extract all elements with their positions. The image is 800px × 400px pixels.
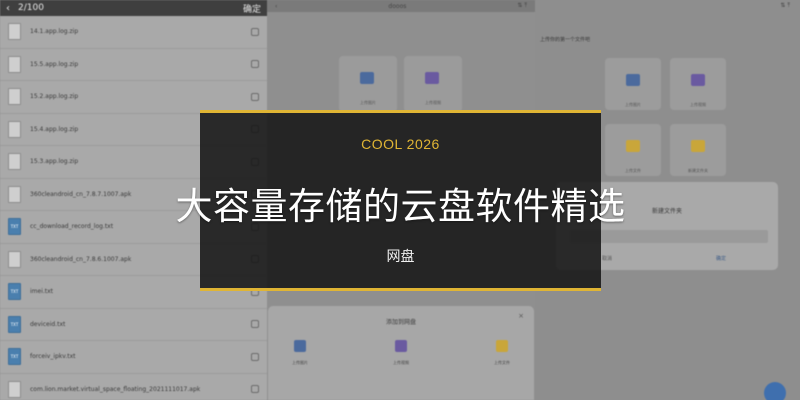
folder-icon (691, 140, 705, 152)
file-row[interactable]: 14.1.app.log.zip (0, 16, 267, 49)
chevron-left-icon[interactable]: ‹ (6, 3, 10, 14)
document-icon (8, 23, 21, 41)
cancel-button[interactable]: 取消 (602, 255, 612, 262)
document-icon (8, 55, 21, 73)
file-name: deviceid.txt (30, 320, 66, 328)
upload-file-tile[interactable]: 上传文件 (605, 124, 661, 176)
banner-top-rule (200, 110, 601, 113)
file-name: com.lion.market.virtual_space_floating_2… (30, 385, 201, 393)
empty-state-title: 上传你的第一个文件吧 (540, 37, 591, 43)
video-icon (395, 340, 407, 352)
file-row[interactable]: forceiv_ipkv.txt (0, 341, 267, 374)
confirm-button[interactable]: 确定 (243, 2, 261, 15)
tile-label: 上传图片 (360, 100, 376, 105)
file-row[interactable]: deviceid.txt (0, 309, 267, 341)
file-checkbox[interactable] (251, 385, 259, 394)
folder-header: ‹ dooos ⇅ ⤒ (267, 0, 535, 12)
upload-image-tile[interactable]: 上传图片 (605, 58, 661, 110)
txt-file-icon (8, 348, 21, 366)
document-icon (8, 153, 21, 171)
close-icon[interactable]: × (518, 312, 524, 320)
tile-label: 上传图片 (625, 102, 641, 107)
option-label: 上传视频 (393, 360, 409, 365)
tile-label: 新建文件夹 (688, 168, 708, 173)
upload-video-option[interactable]: 上传视频 (381, 340, 421, 366)
file-name: 15.5.app.log.zip (30, 60, 79, 68)
tile-label: 上传视频 (690, 102, 706, 107)
txt-file-icon (8, 218, 21, 236)
upload-video-tile[interactable]: 上传视频 (404, 56, 462, 112)
file-checkbox[interactable] (251, 352, 259, 361)
file-checkbox[interactable] (251, 60, 259, 69)
document-icon (8, 250, 21, 268)
file-checkbox[interactable] (251, 92, 259, 101)
file-icon (496, 340, 508, 352)
txt-file-icon (8, 283, 21, 301)
add-to-drive-sheet: 添加到网盘 × 上传图片 上传视频 上传文件 (268, 306, 534, 400)
image-icon (360, 72, 374, 84)
option-label: 上传图片 (292, 360, 308, 365)
tile-label: 上传文件 (625, 168, 641, 173)
sheet-title: 添加到网盘 (385, 319, 416, 326)
file-picker-header: ‹ 2/100 确定 (0, 0, 267, 16)
upload-video-tile[interactable]: 上传视频 (670, 58, 726, 110)
fab-button[interactable] (764, 382, 786, 400)
upload-image-option[interactable]: 上传图片 (280, 340, 320, 366)
document-icon (8, 185, 21, 203)
file-row[interactable]: 15.5.app.log.zip (0, 49, 267, 81)
file-name: 14.1.app.log.zip (30, 28, 79, 36)
upload-image-tile[interactable]: 上传图片 (339, 56, 397, 112)
image-icon (294, 340, 306, 352)
document-icon (8, 380, 21, 398)
file-row[interactable]: 15.2.app.log.zip (0, 81, 267, 114)
drive-header: ⇅ ⤒ (535, 0, 800, 12)
banner-tag: 网盘 (386, 249, 415, 265)
txt-file-icon (8, 315, 21, 333)
file-name: forceiv_ipkv.txt (30, 353, 76, 361)
sort-icon[interactable]: ⇅ ⤒ (517, 2, 527, 10)
file-checkbox[interactable] (251, 27, 259, 36)
video-icon (691, 74, 705, 86)
chevron-left-icon[interactable]: ‹ (275, 3, 277, 10)
sort-icon[interactable]: ⇅ ⤒ (780, 2, 790, 10)
selection-counter: 2/100 (18, 3, 44, 13)
banner-bottom-rule (200, 288, 601, 291)
upload-file-option[interactable]: 上传文件 (482, 340, 522, 366)
title-banner: COOL 2026 大容量存储的云盘软件精选 网盘 (176, 110, 625, 291)
file-icon (626, 140, 640, 152)
document-icon (8, 120, 21, 138)
option-label: 上传文件 (494, 360, 510, 365)
banner-kicker: COOL 2026 (361, 136, 440, 152)
file-name: 15.2.app.log.zip (30, 93, 79, 101)
banner-title: 大容量存储的云盘软件精选 (175, 185, 626, 228)
file-row[interactable]: com.lion.market.virtual_space_floating_2… (0, 374, 267, 400)
confirm-button[interactable]: 确定 (716, 255, 726, 262)
document-icon (8, 88, 21, 106)
video-icon (425, 72, 439, 84)
tile-label: 上传视频 (425, 100, 441, 105)
folder-title: dooos (388, 2, 407, 10)
image-icon (626, 74, 640, 86)
file-checkbox[interactable] (251, 320, 259, 329)
new-folder-tile[interactable]: 新建文件夹 (670, 124, 726, 176)
